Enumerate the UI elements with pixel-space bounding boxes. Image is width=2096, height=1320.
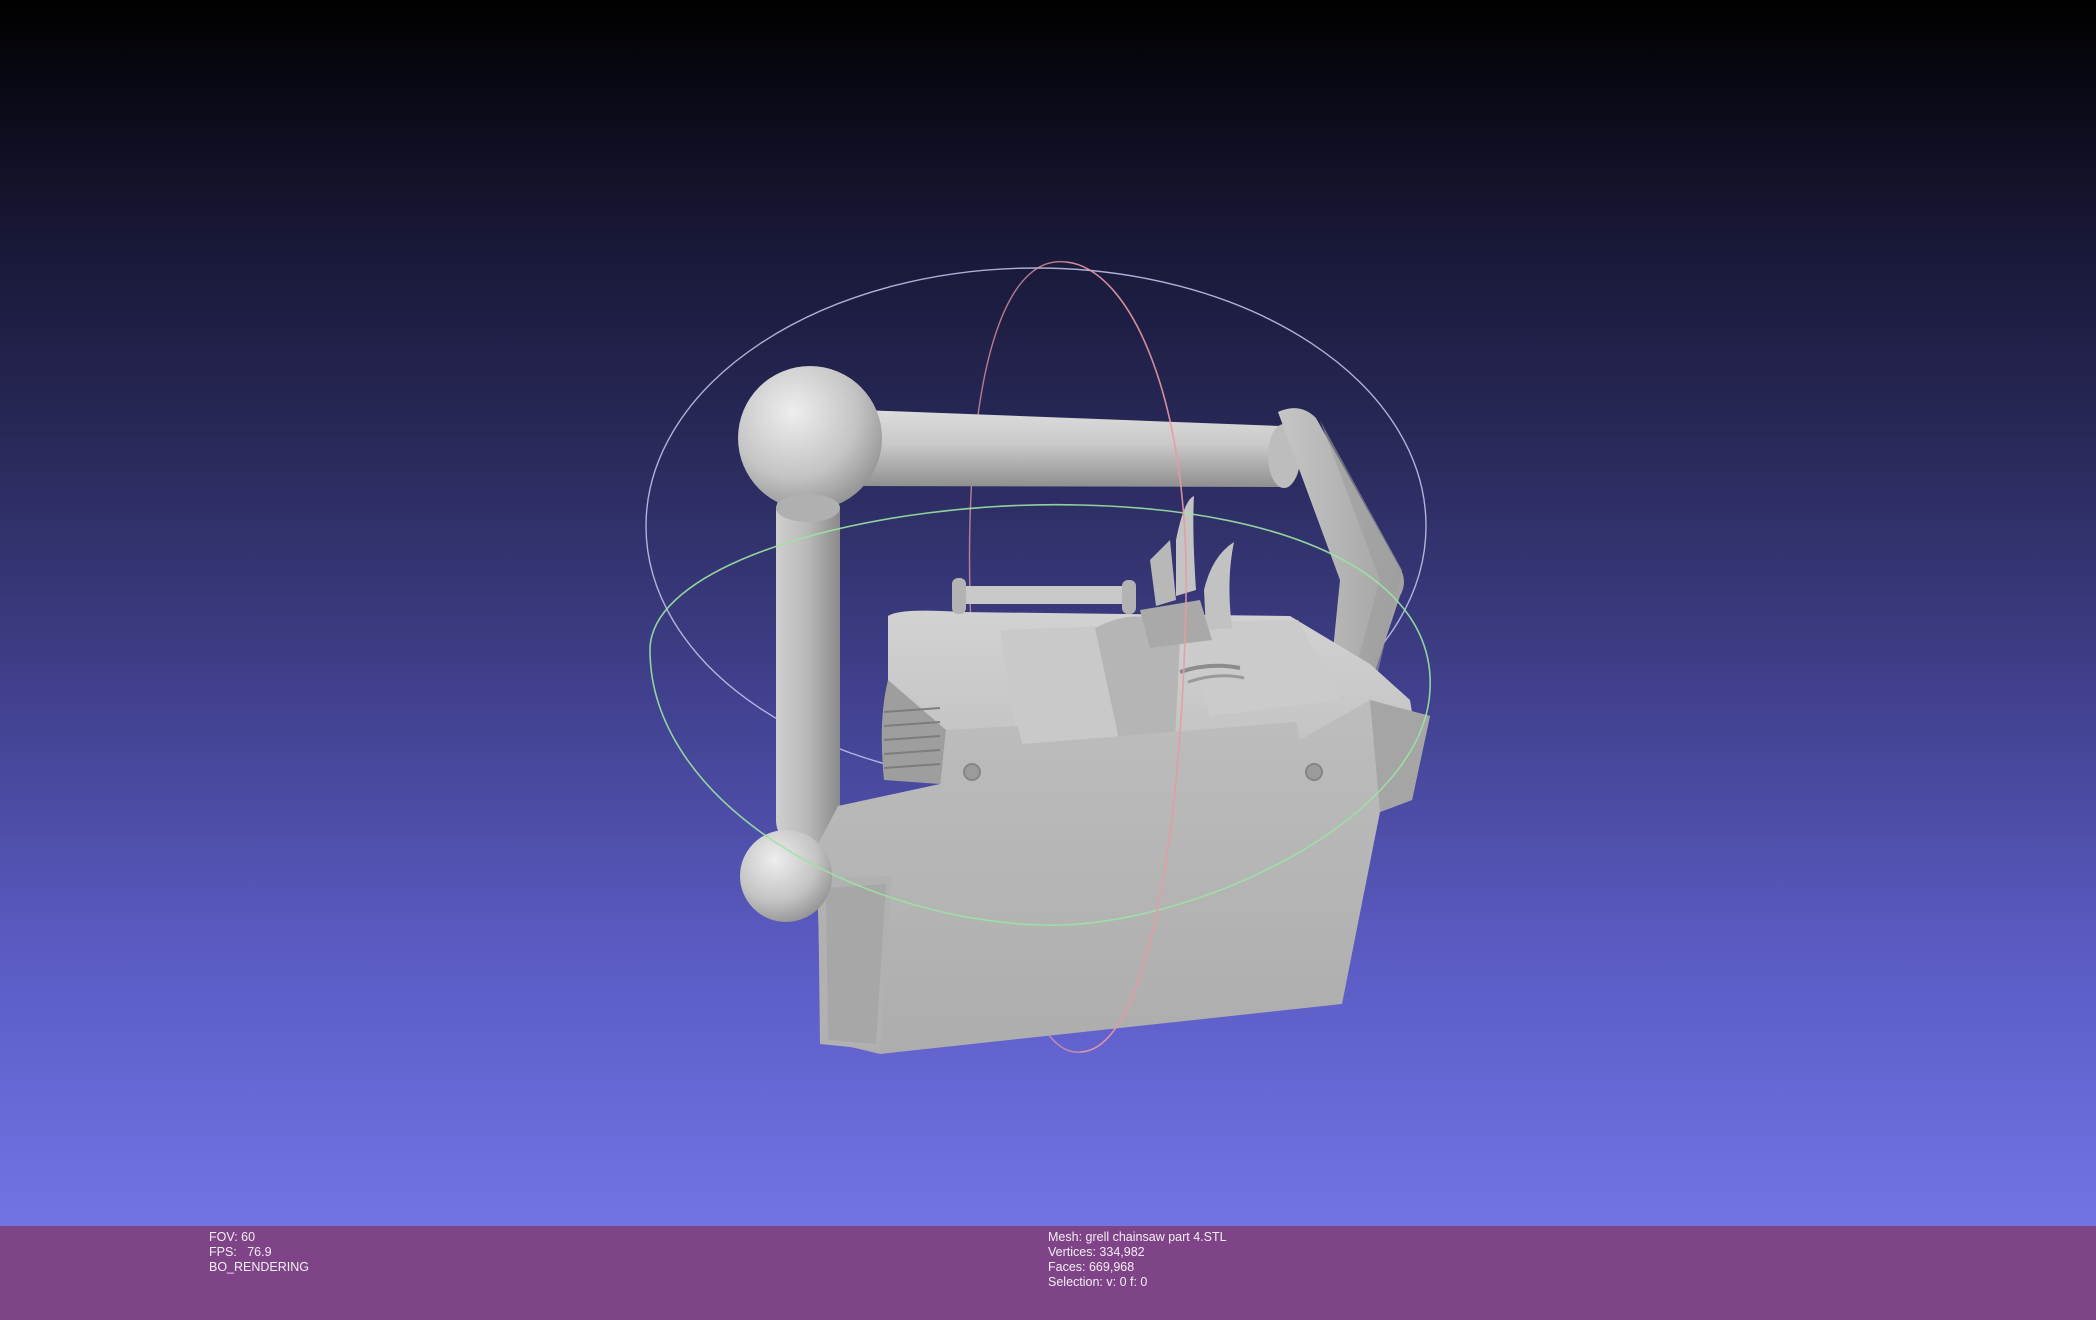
top-ball-joint (738, 366, 882, 510)
blade-tooth-3 (1204, 542, 1234, 630)
mount-hole-right (1305, 763, 1323, 781)
mount-hole-left (963, 763, 981, 781)
horizontal-arm (862, 410, 1300, 487)
bottom-ball-joint (740, 830, 832, 922)
3d-viewport[interactable] (0, 0, 2096, 1226)
render-info: FOV: 60 FPS: 76.9 BO_RENDERING (209, 1230, 309, 1275)
status-bar: FOV: 60 FPS: 76.9 BO_RENDERING Mesh: gre… (0, 1226, 2096, 1320)
mesh-name: Mesh: grell chainsaw part 4.STL (1048, 1230, 1227, 1244)
mesh-info: Mesh: grell chainsaw part 4.STL Vertices… (1048, 1230, 1227, 1290)
top-rod (958, 586, 1130, 604)
fov-readout: FOV: 60 (209, 1230, 256, 1244)
selection-info: Selection: v: 0 f: 0 (1048, 1275, 1148, 1289)
blade-tooth-1 (1150, 540, 1176, 606)
render-mode: BO_RENDERING (209, 1260, 310, 1274)
mesh-scene[interactable] (0, 0, 2096, 1226)
fps-readout: FPS: 76.9 (209, 1245, 272, 1259)
ball-connector (776, 494, 840, 522)
face-count: Faces: 669,968 (1048, 1260, 1135, 1274)
vertex-count: Vertices: 334,982 (1048, 1245, 1145, 1259)
